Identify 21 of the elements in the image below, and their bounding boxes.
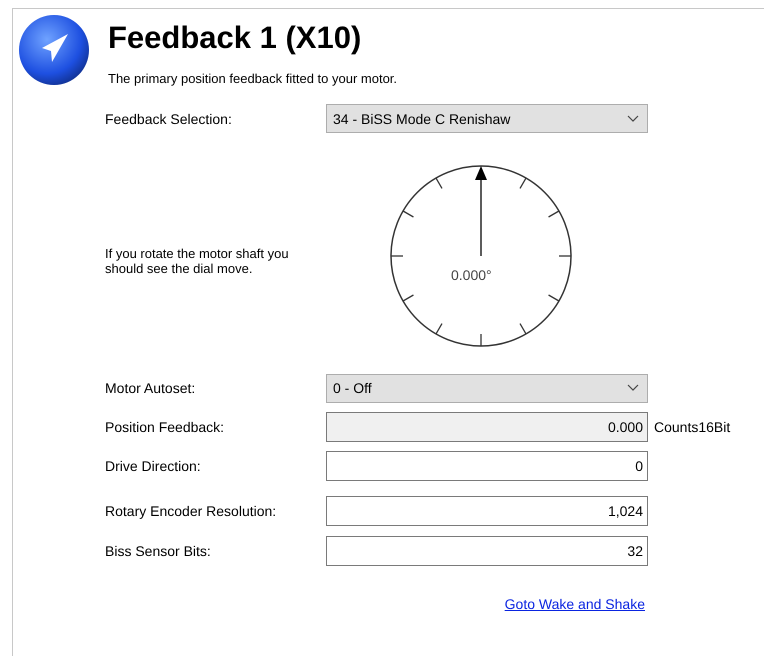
chevron-down-icon xyxy=(627,114,639,122)
field-label: Feedback Selection: xyxy=(105,110,233,126)
chevron-down-icon xyxy=(627,384,639,392)
page-subtitle: The primary position feedback fitted to your motor. xyxy=(108,71,398,86)
input-field[interactable]: 0 xyxy=(326,451,648,481)
wake-and-shake-link[interactable]: Goto Wake and Shake xyxy=(504,596,645,612)
logo-icon xyxy=(18,14,90,86)
input-field[interactable]: 32 xyxy=(326,536,648,566)
input-field[interactable]: 0.000 xyxy=(326,412,648,442)
field-label: Motor Autoset: xyxy=(105,380,196,396)
field-label: Biss Sensor Bits: xyxy=(105,543,212,559)
field-label: Position Feedback: xyxy=(105,419,226,435)
feedback-dropdown[interactable]: 34 - BiSS Mode C Renishaw xyxy=(326,104,648,133)
field-label: Rotary Encoder Resolution: xyxy=(105,503,278,519)
page-title: Feedback 1 (X10) xyxy=(108,20,362,56)
field-label: Drive Direction: xyxy=(105,458,202,474)
dial-hint: If you rotate the motor shaft you should see the dial move. xyxy=(105,246,290,276)
dial-reading: 0.000° xyxy=(451,267,492,283)
autoset-dropdown[interactable]: 0 - Off xyxy=(326,374,648,402)
input-field[interactable]: 1,024 xyxy=(326,496,648,526)
unit-label: Counts16Bit xyxy=(654,419,730,435)
